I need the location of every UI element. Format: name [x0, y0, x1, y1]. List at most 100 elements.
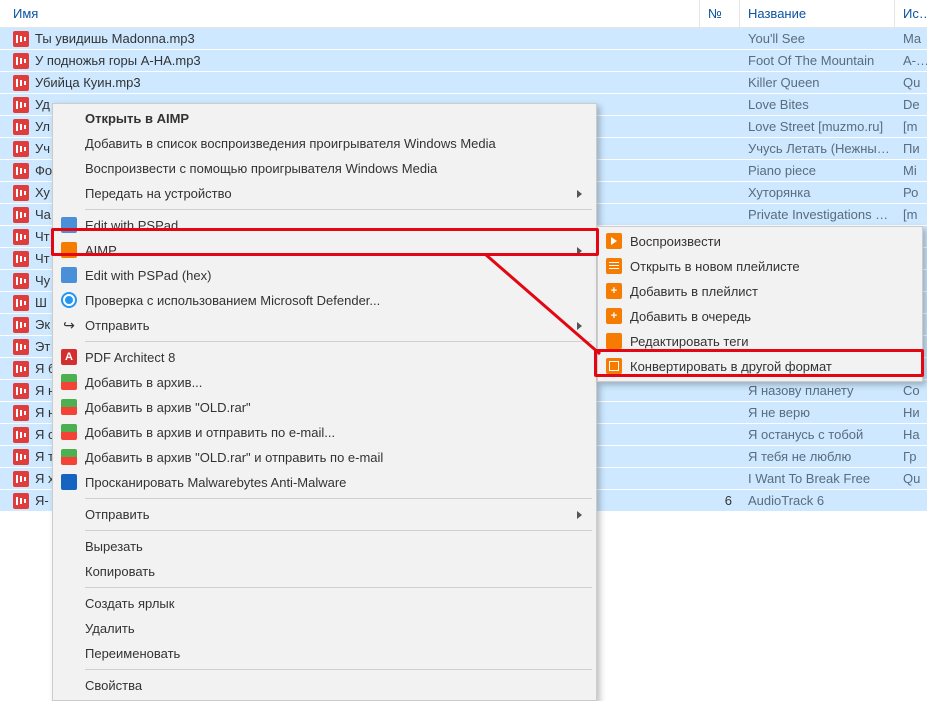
menu-item[interactable]: Добавить в архив и отправить по e-mail..… — [55, 420, 594, 445]
menu-item[interactable]: Переименовать — [55, 641, 594, 666]
menu-item-label: Удалить — [85, 621, 135, 636]
menu-item[interactable]: Добавить в список воспроизведения проигр… — [55, 131, 594, 156]
cell-title: Я не верю — [740, 405, 895, 420]
cell-title: You'll See — [740, 31, 895, 46]
submenu-item[interactable]: + Добавить в плейлист — [600, 279, 920, 304]
cell-title: Piano piece — [740, 163, 895, 178]
cell-title: Killer Queen — [740, 75, 895, 90]
menu-separator — [85, 587, 592, 588]
menu-item-label: Добавить в архив "OLD.rar" и отправить п… — [85, 450, 383, 465]
cell-artist: Mi — [895, 163, 927, 178]
cell-title: Я останусь с тобой — [740, 427, 895, 442]
submenu-item-label: Открыть в новом плейлисте — [630, 259, 800, 274]
menu-item[interactable]: APDF Architect 8 — [55, 345, 594, 370]
cell-filename: Ты увидишь Madonna.mp3 — [0, 31, 700, 47]
menu-item[interactable]: Edit with PSPad (hex) — [55, 263, 594, 288]
menu-item[interactable]: Удалить — [55, 616, 594, 641]
menu-item[interactable]: Создать ярлык — [55, 591, 594, 616]
audio-file-icon — [13, 449, 29, 465]
submenu-item[interactable]: Воспроизвести — [600, 229, 920, 254]
audio-file-icon — [13, 339, 29, 355]
submenu-arrow-icon — [577, 247, 582, 255]
submenu-item-label: Добавить в плейлист — [630, 284, 758, 299]
menu-item[interactable]: Открыть в AIMP — [55, 106, 594, 131]
menu-item-label: Открыть в AIMP — [85, 111, 189, 126]
menu-item-label: AIMP — [85, 243, 117, 258]
menu-item[interactable]: Копировать — [55, 559, 594, 584]
menu-item-label: PDF Architect 8 — [85, 350, 175, 365]
menu-separator — [85, 341, 592, 342]
audio-file-icon — [13, 141, 29, 157]
submenu-item[interactable]: Редактировать теги — [600, 329, 920, 354]
menu-item[interactable]: Вырезать — [55, 534, 594, 559]
submenu-item[interactable]: Открыть в новом плейлисте — [600, 254, 920, 279]
menu-item[interactable]: Воспроизвести с помощью проигрывателя Wi… — [55, 156, 594, 181]
filename-text: Я- — [35, 493, 49, 508]
filename-text: Чт — [35, 229, 50, 244]
menu-item-icon — [61, 399, 77, 415]
menu-item[interactable]: Свойства — [55, 673, 594, 698]
menu-item-label: Добавить в архив "OLD.rar" — [85, 400, 251, 415]
col-header-num[interactable]: № — [700, 0, 740, 27]
filename-text: Ты увидишь Madonna.mp3 — [35, 31, 195, 46]
filename-text: Ху — [35, 185, 50, 200]
cell-artist: Qu — [895, 471, 927, 486]
menu-item-label: Передать на устройство — [85, 186, 232, 201]
menu-item[interactable]: AIMP — [55, 238, 594, 263]
table-header: Имя № Название Ис… — [0, 0, 927, 28]
audio-file-icon — [13, 31, 29, 47]
menu-item-icon — [61, 374, 77, 390]
submenu-item[interactable]: Конвертировать в другой формат — [600, 354, 920, 379]
submenu-arrow-icon — [577, 322, 582, 330]
audio-file-icon — [13, 295, 29, 311]
menu-separator — [85, 530, 592, 531]
menu-item[interactable]: Добавить в архив "OLD.rar" — [55, 395, 594, 420]
table-row[interactable]: Убийца Куин.mp3Killer QueenQu — [0, 72, 927, 94]
menu-item[interactable]: Добавить в архив "OLD.rar" и отправить п… — [55, 445, 594, 470]
menu-item-icon — [61, 217, 77, 233]
col-header-name[interactable]: Имя — [0, 0, 700, 27]
cell-artist: [m — [895, 119, 927, 134]
audio-file-icon — [13, 317, 29, 333]
menu-item[interactable]: Добавить в архив... — [55, 370, 594, 395]
audio-file-icon — [13, 251, 29, 267]
submenu-item-icon: + — [606, 283, 622, 299]
col-header-artist[interactable]: Ис… — [895, 0, 927, 27]
menu-item[interactable]: Просканировать Malwarebytes Anti-Malware — [55, 470, 594, 495]
submenu-arrow-icon — [577, 511, 582, 519]
submenu-arrow-icon — [577, 190, 582, 198]
filename-text: Ча — [35, 207, 51, 222]
cell-artist: A-… — [895, 53, 927, 68]
menu-item[interactable]: Передать на устройство — [55, 181, 594, 206]
submenu-item-label: Редактировать теги — [630, 334, 748, 349]
filename-text: Эт — [35, 339, 50, 354]
menu-item[interactable]: Edit with PSPad — [55, 213, 594, 238]
menu-item[interactable]: Проверка с использованием Microsoft Defe… — [55, 288, 594, 313]
cell-artist: Со — [895, 383, 927, 398]
menu-separator — [85, 209, 592, 210]
cell-title: Private Investigations … — [740, 207, 895, 222]
audio-file-icon — [13, 471, 29, 487]
filename-text: Чт — [35, 251, 50, 266]
audio-file-icon — [13, 427, 29, 443]
cell-artist: Ро — [895, 185, 927, 200]
filename-text: Ш — [35, 295, 47, 310]
col-header-title[interactable]: Название — [740, 0, 895, 27]
submenu-item-label: Воспроизвести — [630, 234, 721, 249]
cell-tracknum: 6 — [700, 493, 740, 508]
audio-file-icon — [13, 383, 29, 399]
table-row[interactable]: У подножья горы A-HA.mp3Foot Of The Moun… — [0, 50, 927, 72]
menu-separator — [85, 669, 592, 670]
submenu-item[interactable]: +Добавить в очередь — [600, 304, 920, 329]
cell-artist: De — [895, 97, 927, 112]
filename-text: Эк — [35, 317, 50, 332]
menu-item[interactable]: ↪Отправить — [55, 313, 594, 338]
filename-text: Убийца Куин.mp3 — [35, 75, 141, 90]
menu-item-label: Копировать — [85, 564, 155, 579]
menu-item-label: Отправить — [85, 507, 149, 522]
submenu-item-icon — [606, 333, 622, 349]
menu-item-label: Вырезать — [85, 539, 143, 554]
table-row[interactable]: Ты увидишь Madonna.mp3You'll SeeMa — [0, 28, 927, 50]
menu-item[interactable]: Отправить — [55, 502, 594, 527]
cell-title: Я назову планету — [740, 383, 895, 398]
